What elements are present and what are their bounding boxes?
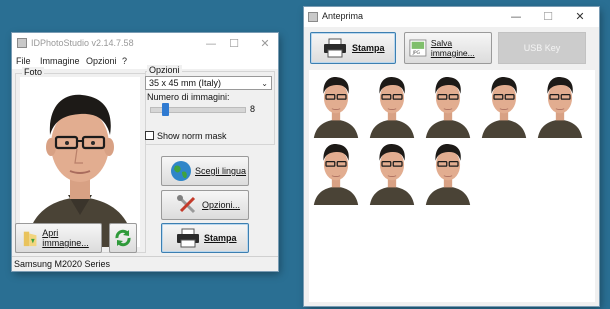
minimize-icon[interactable]: — <box>202 35 220 52</box>
close-icon[interactable]: ✕ <box>571 8 589 25</box>
svg-text:JPG: JPG <box>412 50 421 56</box>
tools-icon <box>177 195 196 214</box>
save-image-label: Salva immagine... <box>430 38 475 58</box>
photo-thumbnail <box>311 139 361 205</box>
app-icon <box>308 12 318 22</box>
choose-language-button[interactable]: Scegli lingua <box>161 156 249 186</box>
photo-thumbnail <box>479 72 529 138</box>
minimize-icon[interactable]: — <box>507 8 525 25</box>
maximize-icon[interactable]: ☐ <box>539 8 557 25</box>
show-norm-mask-checkbox[interactable] <box>145 131 154 140</box>
photo-size-select[interactable]: 35 x 45 mm (Italy) ⌄ <box>145 76 272 90</box>
usb-key-button: USB Key <box>498 32 586 64</box>
idphotostudio-window: IDPhotoStudio v2.14.7.58 — ☐ ✕ File Imma… <box>12 33 278 271</box>
main-titlebar: IDPhotoStudio v2.14.7.58 — ☐ ✕ <box>12 33 278 55</box>
photo-thumbnail <box>367 139 417 205</box>
image-count-value: 8 <box>250 104 256 114</box>
open-image-label: Apri immagine... <box>42 228 89 248</box>
app-icon <box>17 38 27 48</box>
printer-status: Samsung M2020 Series <box>14 259 111 269</box>
save-image-button[interactable]: JPG Salva immagine... <box>404 32 492 64</box>
menu-help[interactable]: ? <box>122 56 127 66</box>
print-button[interactable]: Stampa <box>161 223 249 253</box>
options-button-label: Opzioni... <box>202 200 241 210</box>
open-image-button[interactable]: Apri immagine... <box>15 223 102 253</box>
options-group-label: Opzioni <box>147 65 182 75</box>
photo-thumbnail <box>367 72 417 138</box>
open-folder-icon <box>23 231 37 247</box>
menu-file[interactable]: File <box>16 56 31 66</box>
print-preview-area <box>309 70 595 302</box>
photo-thumbnail <box>535 72 585 138</box>
image-count-slider[interactable] <box>150 103 246 117</box>
maximize-icon[interactable]: ☐ <box>225 35 243 52</box>
photo-thumbnail <box>311 72 361 138</box>
globe-icon <box>171 161 191 181</box>
portrait-photo <box>20 77 140 247</box>
photo-thumbnail <box>423 72 473 138</box>
photo-thumbnail <box>423 139 473 205</box>
preview-print-button[interactable]: Stampa <box>310 32 396 64</box>
menu-opzioni[interactable]: Opzioni <box>86 56 117 66</box>
usb-key-label: USB Key <box>523 43 561 53</box>
image-count-label: Numero di immagini: <box>147 92 230 102</box>
refresh-button[interactable] <box>109 223 137 253</box>
print-button-label: Stampa <box>204 233 237 243</box>
printer-icon <box>324 38 346 58</box>
menu-immagine[interactable]: Immagine <box>40 56 80 66</box>
photo-size-value: 35 x 45 mm (Italy) <box>149 78 222 88</box>
printer-icon <box>177 228 199 248</box>
options-button[interactable]: Opzioni... <box>161 190 249 220</box>
slider-thumb[interactable] <box>162 103 169 116</box>
close-icon[interactable]: ✕ <box>256 35 274 52</box>
menu-bar: File Immagine Opzioni ? <box>12 55 278 69</box>
preview-titlebar: Anteprima — ☐ ✕ <box>304 7 599 27</box>
jpg-file-icon: JPG <box>409 39 427 57</box>
window-title: IDPhotoStudio v2.14.7.58 <box>31 38 134 48</box>
photo-group-label: Foto <box>22 67 45 77</box>
chevron-down-icon: ⌄ <box>261 79 268 88</box>
choose-language-label: Scegli lingua <box>195 166 247 176</box>
refresh-icon <box>115 229 131 247</box>
status-bar: Samsung M2020 Series <box>12 256 278 271</box>
show-norm-mask-label: Show norm mask <box>157 131 227 141</box>
preview-print-label: Stampa <box>352 43 385 53</box>
preview-title: Anteprima <box>322 11 364 21</box>
preview-window: Anteprima — ☐ ✕ Stampa JPG Salva immagin… <box>304 7 599 306</box>
